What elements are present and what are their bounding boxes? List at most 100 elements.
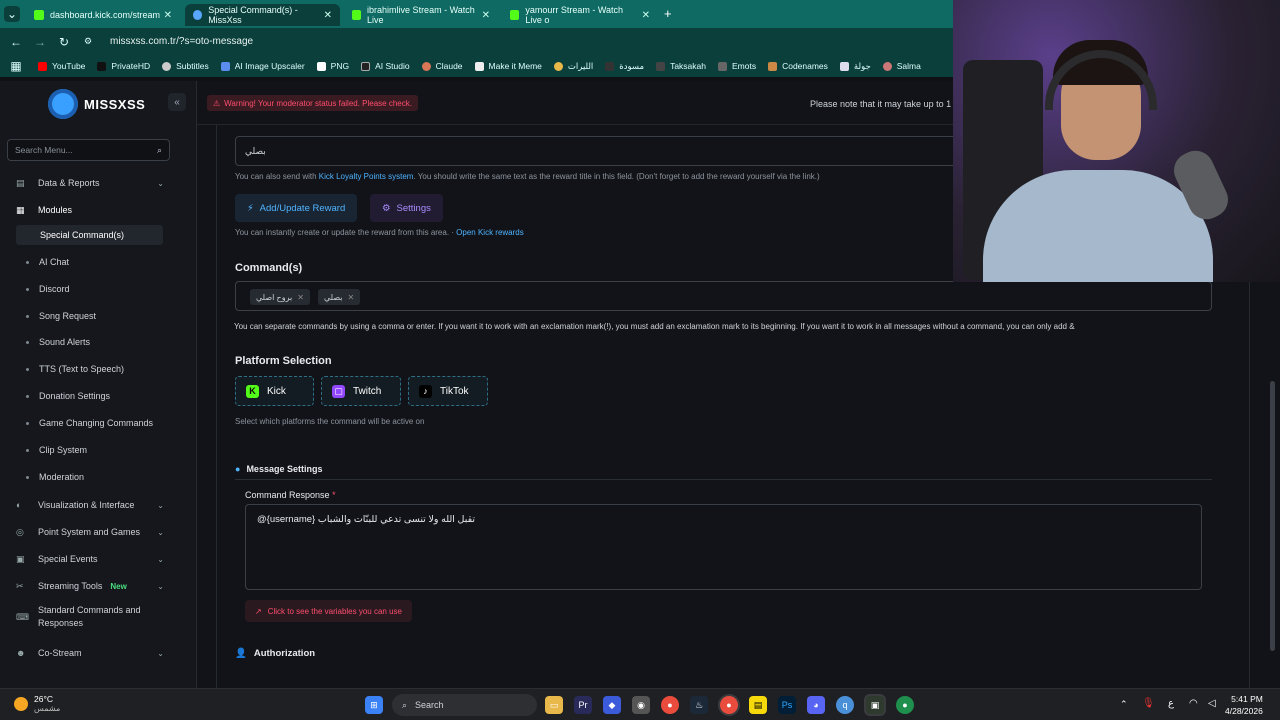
show-hidden-icons-chevron-icon[interactable]: ⌃ xyxy=(1120,699,1128,710)
calendar-icon: ▣ xyxy=(16,553,25,564)
command-tag-text: بروح اصلي xyxy=(256,292,293,302)
tab-dashboard-kick[interactable]: dashboard.kick.com/stream ✕ xyxy=(26,4,180,26)
chevron-down-icon: ⌄ xyxy=(157,581,164,591)
codenames-icon xyxy=(768,61,778,71)
new-tab-plus-icon[interactable]: + xyxy=(664,6,672,21)
reload-icon[interactable]: ↻ xyxy=(56,34,72,50)
sidebar-search-input[interactable]: Search Menu... ⌕ xyxy=(7,139,170,161)
bookmark-taksakah[interactable]: Taksakah xyxy=(656,61,706,71)
open-kick-rewards-link[interactable]: Open Kick rewards xyxy=(456,228,524,237)
sidebar-item-visualization[interactable]: ◐ Visualization & Interface ⌄ xyxy=(16,495,164,515)
bookmark-make-it-meme[interactable]: Make it Meme xyxy=(474,61,542,71)
bookmark-privatehd[interactable]: PrivateHD xyxy=(97,61,150,71)
apps-grid-icon[interactable]: ▦ xyxy=(8,58,24,74)
photoshop-icon[interactable]: Ps xyxy=(778,696,796,714)
sidebar-item-streaming-tools[interactable]: ✂ Streaming Tools New ⌄ xyxy=(16,576,164,596)
close-tab-icon[interactable]: ✕ xyxy=(482,10,490,21)
tab-ibrahimlive[interactable]: ibrahimlive Stream - Watch Live ✕ xyxy=(344,4,498,26)
bookmark-codenames[interactable]: Codenames xyxy=(768,61,828,71)
reward-settings-button[interactable]: ⚙ Settings xyxy=(370,194,443,222)
tab-list-chevron-icon[interactable]: ⌄ xyxy=(4,6,20,22)
moderator-warning-badge[interactable]: ⚠ Warning! Your moderator status failed.… xyxy=(207,95,418,111)
tab-yamourr[interactable]: yamourr Stream - Watch Live o ✕ xyxy=(502,4,658,26)
chrome-profile-icon[interactable]: ● xyxy=(896,696,914,714)
volume-icon[interactable]: ◁ xyxy=(1208,698,1216,709)
sidebar-item-discord[interactable]: Discord xyxy=(26,279,174,299)
sidebar-item-clip-system[interactable]: Clip System xyxy=(26,440,174,460)
bookmark-salma[interactable]: Salma xyxy=(882,61,921,71)
bullet-dot xyxy=(26,260,29,264)
sidebar-item-label: Streaming Tools xyxy=(38,581,103,591)
sidebar-item-standard-commands[interactable]: ⌨ Standard Commands and Responses xyxy=(16,603,164,631)
platform-tiktok-toggle[interactable]: ♪ TikTok xyxy=(408,376,488,406)
sidebar-item-data-reports[interactable]: ▤ Data & Reports ⌄ xyxy=(16,173,164,193)
platform-twitch-toggle[interactable]: ▢ Twitch xyxy=(321,376,401,406)
sidebar-item-special-events[interactable]: ▣ Special Events ⌄ xyxy=(16,549,164,569)
collapse-sidebar-icon[interactable]: « xyxy=(168,93,186,111)
file-explorer-icon[interactable]: ▭ xyxy=(545,696,563,714)
premiere-pro-icon[interactable]: Pr xyxy=(574,696,592,714)
page-scrollbar[interactable] xyxy=(1270,381,1275,651)
bookmark-ai-studio[interactable]: AI Studio xyxy=(361,61,410,71)
tab-special-commands[interactable]: Special Command(s) - MissXss ✕ xyxy=(185,4,340,26)
url-field[interactable]: missxss.com.tr/?s=oto-message xyxy=(110,36,253,47)
wifi-icon[interactable]: ◠ xyxy=(1189,698,1198,709)
bookmark-label: Claude xyxy=(435,61,463,71)
weather-widget[interactable]: 26°C مشمس xyxy=(14,694,60,713)
close-tab-icon[interactable]: ✕ xyxy=(324,10,332,21)
remove-tag-icon[interactable]: ✕ xyxy=(347,293,354,302)
sidebar-item-moderation[interactable]: Moderation xyxy=(26,467,174,487)
discord-icon[interactable]: ◕ xyxy=(807,696,825,714)
language-indicator[interactable]: ع xyxy=(1168,698,1174,709)
bookmark-claude[interactable]: Claude xyxy=(421,61,463,71)
close-tab-icon[interactable]: ✕ xyxy=(164,10,172,21)
bookmark-jawla[interactable]: جولة xyxy=(839,61,871,72)
remove-tag-icon[interactable]: ✕ xyxy=(297,293,304,302)
sidebar-item-co-stream[interactable]: ☻ Co-Stream ⌄ xyxy=(16,643,164,663)
platform-kick-toggle[interactable]: K Kick xyxy=(235,376,314,406)
show-variables-button[interactable]: ↗ Click to see the variables you can use xyxy=(245,600,412,622)
taskbar-search[interactable]: ⌕ Search xyxy=(392,694,537,716)
sidebar-item-sound-alerts[interactable]: Sound Alerts xyxy=(26,332,174,352)
sidebar-item-song-request[interactable]: Song Request xyxy=(26,306,174,326)
chrome-active-icon[interactable]: ● xyxy=(720,696,738,714)
bookmark-png[interactable]: PNG xyxy=(316,61,350,71)
sidebar-item-point-system[interactable]: ◎ Point System and Games ⌄ xyxy=(16,522,164,542)
modules-grid-icon: ▦ xyxy=(16,204,25,215)
site-info-icon[interactable]: ⚙ xyxy=(80,34,96,50)
sidebar-item-ai-chat[interactable]: AI Chat xyxy=(26,252,174,272)
bullet-dot xyxy=(26,421,29,425)
missxss-logo[interactable]: MISSXSS xyxy=(48,87,168,121)
close-tab-icon[interactable]: ✕ xyxy=(642,10,650,21)
bookmark-draft[interactable]: مسودة xyxy=(605,61,644,72)
sidebar-item-donation-settings[interactable]: Donation Settings xyxy=(26,386,174,406)
sticky-notes-icon[interactable]: ▤ xyxy=(749,696,767,714)
app-icon[interactable]: ◆ xyxy=(603,696,621,714)
system-clock[interactable]: 5:41 PM 4/28/2026 xyxy=(1225,693,1263,717)
add-update-reward-button[interactable]: ⚡ Add/Update Reward xyxy=(235,194,358,222)
sidebar-item-tts[interactable]: TTS (Text to Speech) xyxy=(26,359,174,379)
windows-start-icon[interactable]: ⊞ xyxy=(365,696,383,714)
bookmark-subtitles[interactable]: Subtitles xyxy=(162,61,209,71)
bookmark-lira[interactable]: الليرات xyxy=(553,61,593,72)
kick-loyalty-link[interactable]: Kick Loyalty Points system xyxy=(319,172,414,181)
sidebar-item-game-changing[interactable]: Game Changing Commands xyxy=(26,413,174,433)
bookmark-ai-upscaler[interactable]: AI Image Upscaler xyxy=(220,61,305,71)
search-icon: ⌕ xyxy=(156,144,162,155)
bookmark-youtube[interactable]: YouTube xyxy=(38,61,85,71)
sidebar-item-label: Sound Alerts xyxy=(39,337,91,347)
back-arrow-icon[interactable]: ← xyxy=(8,34,24,50)
sidebar-item-special-commands[interactable]: Special Command(s) xyxy=(16,225,163,245)
command-response-textarea[interactable]: @{username} تقبل الله ولا تنسى تدعي للبن… xyxy=(245,504,1202,590)
obs-icon[interactable]: ◉ xyxy=(632,696,650,714)
bookmark-emots[interactable]: Emots xyxy=(717,61,756,71)
chrome-icon[interactable]: ● xyxy=(661,696,679,714)
commands-tag-input[interactable]: بروح اصلي ✕ بصلي ✕ xyxy=(235,281,1212,311)
bookmark-label: PNG xyxy=(330,61,350,71)
terminal-icon[interactable]: ▣ xyxy=(866,696,884,714)
forward-arrow-icon[interactable]: → xyxy=(32,34,48,50)
microphone-icon[interactable]: 🎙 xyxy=(1142,698,1155,709)
steam-icon[interactable]: ♨ xyxy=(690,696,708,714)
sidebar-item-modules[interactable]: ▦ Modules xyxy=(16,200,164,220)
qbittorrent-icon[interactable]: q xyxy=(836,696,854,714)
